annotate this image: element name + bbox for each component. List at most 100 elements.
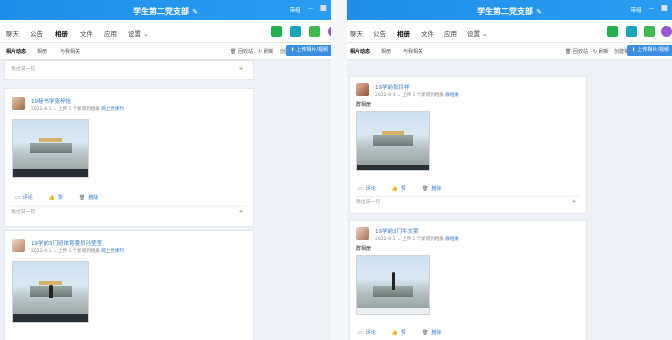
tab-files[interactable]: 文件 xyxy=(421,28,434,38)
tab-chat[interactable]: 聊天 xyxy=(6,28,19,38)
subtab-related[interactable]: 与我相关 xyxy=(60,48,80,55)
left-window: 学生第二党支部 ✎ 带组 — ⬜ 聊天 公告 相册 文件 应用 设置 ⌄ 相片动态… xyxy=(0,0,331,340)
comment-button[interactable]: ▭ 评论 xyxy=(358,185,376,193)
window-control-settings[interactable]: 带组 xyxy=(290,6,301,14)
note-icon[interactable] xyxy=(309,26,320,37)
tab-chat[interactable]: 聊天 xyxy=(350,28,363,38)
avatar[interactable] xyxy=(12,97,25,110)
tab-files[interactable]: 文件 xyxy=(80,28,93,38)
comment-icon: ▭ xyxy=(358,185,363,192)
delete-button[interactable]: 🗑 删除 xyxy=(422,185,441,193)
window-control-settings[interactable]: 带组 xyxy=(631,6,642,14)
post-photo[interactable] xyxy=(356,255,430,315)
subtab-albums[interactable]: 相册 xyxy=(381,48,391,55)
nav-bar: 聊天 公告 相册 文件 应用 设置 ⌄ xyxy=(0,20,331,44)
avatar[interactable] xyxy=(356,227,369,240)
post-meta: 2022-4-1 ⌄ 上传 1 个新增到相册 网上党课列 xyxy=(31,249,124,254)
post-text: 群相册 xyxy=(356,102,372,108)
divider xyxy=(331,0,347,340)
video-call-icon[interactable] xyxy=(626,26,637,37)
maximize-button[interactable]: ⬜ xyxy=(661,6,668,14)
subtab-photo-feed[interactable]: 相片动态 xyxy=(6,48,26,55)
refresh-button[interactable]: ↻ 刷新 xyxy=(258,48,274,55)
comment-button[interactable]: ▭ 评论 xyxy=(15,194,33,202)
album-link[interactable]: 群相册 xyxy=(445,237,459,242)
tab-settings[interactable]: 设置 ⌄ xyxy=(128,28,149,38)
title-bar: 学生第二党支部 ✎ 带组 — ⬜ xyxy=(0,0,331,20)
post-actions: ▭ 评论 👍 赞 🗑 删除 xyxy=(15,194,98,202)
send-icon[interactable]: ✈ xyxy=(239,207,243,219)
recycle-bin-button[interactable]: 🗑 回收站 xyxy=(565,48,588,55)
edit-icon[interactable]: ✎ xyxy=(192,8,198,16)
send-icon[interactable]: ✈ xyxy=(239,64,243,76)
minimize-button[interactable]: — xyxy=(308,6,314,14)
post-actions: ▭ 评论 👍 赞 🗑 删除 xyxy=(358,329,441,337)
minimize-button[interactable]: — xyxy=(649,6,655,14)
post-meta: 2022-4-1 ⌄ 上传 1 个新增到相册 网上党课列 xyxy=(31,107,124,112)
upload-button[interactable]: ⬆ 上传相片/视频 xyxy=(285,45,331,56)
comment-input[interactable]: 我也说一句 ✈ xyxy=(356,196,580,209)
post-card: 19秘书学张梓怡 2022-4-1 ⌄ 上传 1 个新增到相册 网上党课列 ▭ 评… xyxy=(4,88,254,227)
avatar[interactable] xyxy=(356,83,369,96)
phone-icon[interactable] xyxy=(607,26,618,37)
poster-name[interactable]: 19学前3门班体育委员孙莹莹 xyxy=(31,239,102,247)
poster-name[interactable]: 19学前3门牛文豪 xyxy=(375,227,419,235)
post-photo[interactable] xyxy=(356,111,430,171)
send-icon[interactable]: ✈ xyxy=(572,197,576,209)
nav-bar: 聊天 公告 相册 文件 应用 设置 ⌄ xyxy=(347,20,672,44)
video-call-icon[interactable] xyxy=(290,26,301,37)
comment-button[interactable]: ▭ 评论 xyxy=(358,329,376,337)
comment-icon: ▭ xyxy=(15,194,20,201)
post-photo[interactable] xyxy=(12,119,89,178)
like-button[interactable]: 👍 赞 xyxy=(391,185,406,193)
group-title: 学生第二党支部 ✎ xyxy=(133,7,198,16)
tab-notice[interactable]: 公告 xyxy=(30,28,43,38)
album-link[interactable]: 网上党课列 xyxy=(101,107,124,112)
post-card: 19学前张玲祥 2022-4-1 ⌄ 上传 1 个新增到相册 群相册 群相册 ▭… xyxy=(349,76,587,214)
trash-icon: 🗑 xyxy=(79,194,86,201)
post-meta: 2022-4-1 ⌄ 上传 1 个新增到相册 群相册 xyxy=(375,237,459,242)
add-icon[interactable] xyxy=(661,26,672,37)
post-card: 19学前3门牛文豪 2022-4-1 ⌄ 上传 1 个新增到相册 群相册 群相册… xyxy=(349,220,587,340)
trash-icon: 🗑 xyxy=(422,185,429,192)
phone-icon[interactable] xyxy=(271,26,282,37)
like-button[interactable]: 👍 赞 xyxy=(392,329,406,337)
recycle-bin-button[interactable]: 🗑 回收站 xyxy=(230,48,253,55)
right-window: 学生第二党支部 ✎ 带组 — ⬜ 聊天 公告 相册 文件 应用 设置 ⌄ 相片动态… xyxy=(347,0,672,340)
edit-icon[interactable]: ✎ xyxy=(536,8,542,16)
tab-settings[interactable]: 设置 ⌄ xyxy=(467,28,488,38)
note-icon[interactable] xyxy=(644,26,655,37)
trash-icon: 🗑 xyxy=(422,329,429,336)
album-link[interactable]: 群相册 xyxy=(445,93,459,98)
tab-apps[interactable]: 应用 xyxy=(444,28,457,38)
like-button[interactable]: 👍 赞 xyxy=(48,194,63,202)
avatar[interactable] xyxy=(12,239,25,252)
chevron-down-icon: ⌄ xyxy=(482,30,488,38)
post-text: 群相册 xyxy=(356,246,372,252)
refresh-button[interactable]: ↻ 刷新 xyxy=(593,48,609,55)
tab-album[interactable]: 相册 xyxy=(397,28,410,44)
thumbs-up-icon: 👍 xyxy=(391,185,398,192)
subtab-albums[interactable]: 相册 xyxy=(37,48,47,55)
thumbs-up-icon: 👍 xyxy=(48,194,55,201)
chevron-down-icon: ⌄ xyxy=(143,30,149,38)
delete-button[interactable]: 🗑 删除 xyxy=(79,194,98,202)
tab-notice[interactable]: 公告 xyxy=(373,28,386,38)
album-link[interactable]: 网上党课列 xyxy=(101,249,124,254)
tab-apps[interactable]: 应用 xyxy=(104,28,117,38)
post-card: 我也说一句 ✈ xyxy=(4,60,254,80)
poster-name[interactable]: 19学前张玲祥 xyxy=(375,83,410,91)
title-bar: 学生第二党支部 ✎ 带组 — ⬜ xyxy=(347,0,672,20)
comment-input[interactable]: 我也说一句 ✈ xyxy=(11,206,247,219)
maximize-button[interactable]: ⬜ xyxy=(320,6,327,14)
upload-button[interactable]: ⬆ 上传相片/视频 xyxy=(626,45,672,56)
comment-input[interactable]: 我也说一句 ✈ xyxy=(11,64,247,76)
tab-album[interactable]: 相册 xyxy=(55,28,68,44)
post-photo[interactable] xyxy=(12,261,89,323)
group-title: 学生第二党支部 ✎ xyxy=(477,7,542,16)
delete-button[interactable]: 🗑 删除 xyxy=(422,329,441,337)
subtab-photo-feed[interactable]: 相片动态 xyxy=(350,48,370,55)
subtab-related[interactable]: 与我相关 xyxy=(403,48,423,55)
sub-nav: 相片动态 相册 与我相关 🗑 回收站 ↻ 刷新 创建相册 ⬆ 上传相片/视频 xyxy=(347,43,672,60)
poster-name[interactable]: 19秘书学张梓怡 xyxy=(31,97,71,105)
